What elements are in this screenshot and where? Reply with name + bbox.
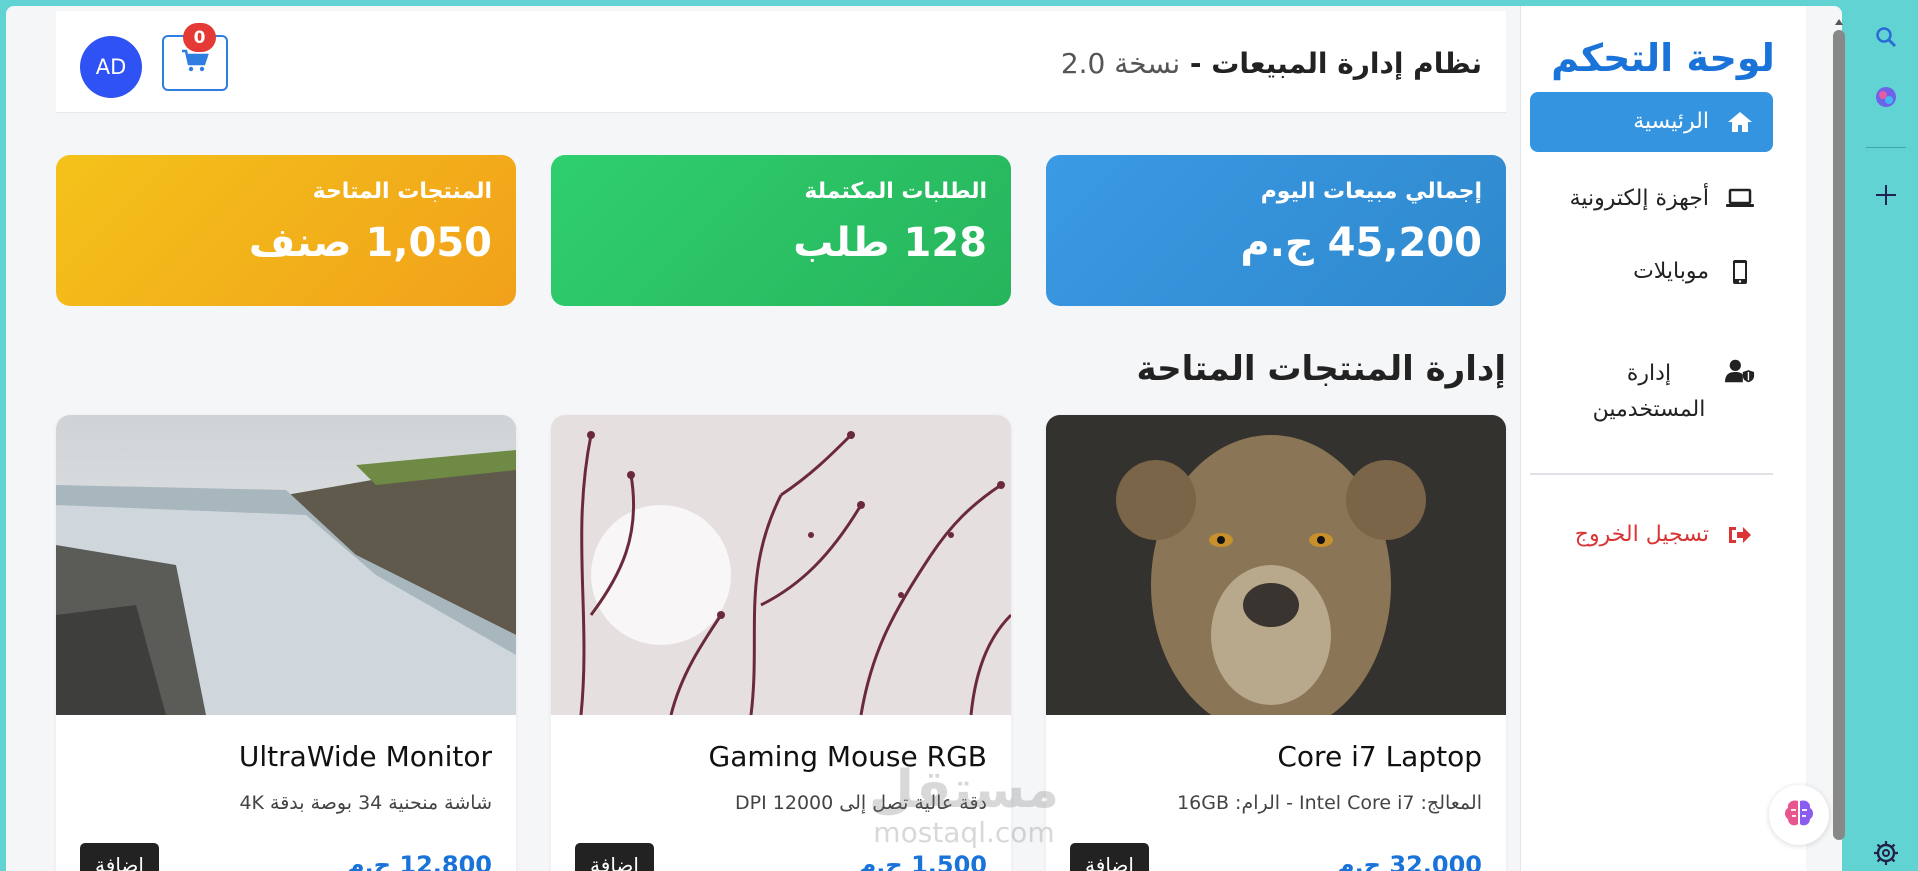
product-price: 12,800 ج.م: [347, 851, 492, 871]
mobile-icon: [1725, 257, 1755, 287]
browser-viewport: لوحة التحكم الرئيسية أجهزة إلكترونية موب…: [6, 6, 1842, 871]
add-to-cart-button[interactable]: إضافة: [80, 843, 159, 871]
home-icon: [1725, 107, 1755, 137]
product-image-branches: [551, 415, 1011, 715]
watermark-line1: مستقل: [868, 760, 1060, 820]
logout-button[interactable]: تسجيل الخروج: [1530, 505, 1773, 565]
sidebar: لوحة التحكم الرئيسية أجهزة إلكترونية موب…: [1520, 6, 1806, 871]
cart-icon: [181, 49, 209, 77]
laptop-icon: [1725, 184, 1755, 214]
section-title: إدارة المنتجات المتاحة: [1136, 349, 1506, 389]
sidebar-item-label: الرئيسية: [1633, 109, 1709, 134]
sidebar-item-label: إدارة المستخدمين: [1592, 361, 1706, 422]
stat-value: 128 طلب: [793, 220, 987, 266]
stat-label: الطلبات المكتملة: [804, 179, 987, 204]
add-icon[interactable]: [1871, 180, 1901, 210]
cart-count-badge: 0: [183, 23, 216, 52]
stat-card-completed-orders: الطلبات المكتملة 128 طلب: [551, 155, 1011, 306]
rail-divider: [1866, 147, 1906, 148]
sidebar-item-mobiles[interactable]: موبايلات: [1530, 242, 1773, 302]
sidebar-item-label: موبايلات: [1633, 259, 1709, 284]
app-title: نظام إدارة المبيعات - نسخة 2.0: [1061, 47, 1482, 80]
product-image-waterfall: [56, 415, 516, 715]
stat-card-available-products: المنتجات المتاحة 1,050 صنف: [56, 155, 516, 306]
app-title-text: نظام إدارة المبيعات: [1211, 47, 1482, 80]
avatar[interactable]: AD: [80, 36, 142, 98]
stat-card-today-sales: إجمالي مبيعات اليوم 45,200 ج.م: [1046, 155, 1506, 306]
scrollbar-thumb[interactable]: [1833, 30, 1845, 840]
product-description: شاشة منحنية 34 بوصة بدقة 4K: [239, 792, 492, 814]
product-description: المعالج: Intel Core i7 - الرام: 16GB: [1177, 792, 1482, 814]
logout-label: تسجيل الخروج: [1574, 522, 1709, 547]
settings-gear-icon[interactable]: [1871, 838, 1901, 868]
scroll-up-arrow[interactable]: [1834, 12, 1844, 25]
brain-icon: [1782, 798, 1816, 832]
copilot-icon[interactable]: [1871, 82, 1901, 112]
search-icon[interactable]: [1871, 22, 1901, 52]
sidebar-divider: [1530, 473, 1773, 475]
product-name: Core i7 Laptop: [1277, 740, 1482, 773]
sign-out-icon: [1725, 520, 1755, 550]
sidebar-item-label: أجهزة إلكترونية: [1569, 186, 1709, 211]
watermark-line2: mostaql.com: [873, 816, 1055, 849]
sidebar-item-electronics[interactable]: أجهزة إلكترونية: [1530, 169, 1773, 229]
watermark: مستقل mostaql.com: [844, 762, 1084, 862]
product-price: 32,000 ج.م: [1337, 851, 1482, 871]
browser-side-rail: [1855, 0, 1918, 871]
add-to-cart-button[interactable]: إضافة: [575, 843, 654, 871]
product-card: Core i7 Laptop المعالج: Intel Core i7 - …: [1046, 415, 1506, 871]
title-separator: -: [1189, 47, 1202, 80]
sidebar-item-home[interactable]: الرئيسية: [1530, 92, 1773, 152]
stat-value: 45,200 ج.م: [1240, 220, 1482, 266]
sidebar-item-users[interactable]: إدارة المستخدمين: [1530, 352, 1773, 432]
stat-label: المنتجات المتاحة: [312, 179, 492, 204]
stat-label: إجمالي مبيعات اليوم: [1260, 179, 1482, 204]
sidebar-title: لوحة التحكم: [1551, 36, 1775, 80]
version-label: نسخة 2.0: [1060, 47, 1181, 80]
stat-value: 1,050 صنف: [248, 220, 492, 266]
product-card: UltraWide Monitor شاشة منحنية 34 بوصة بد…: [56, 415, 516, 871]
top-bar: نظام إدارة المبيعات - نسخة 2.0 0 AD: [56, 11, 1506, 113]
user-shield-icon: [1725, 356, 1755, 386]
assistant-floating-button[interactable]: [1769, 785, 1829, 845]
product-name: UltraWide Monitor: [238, 740, 492, 773]
product-image-lioness: [1046, 415, 1506, 715]
